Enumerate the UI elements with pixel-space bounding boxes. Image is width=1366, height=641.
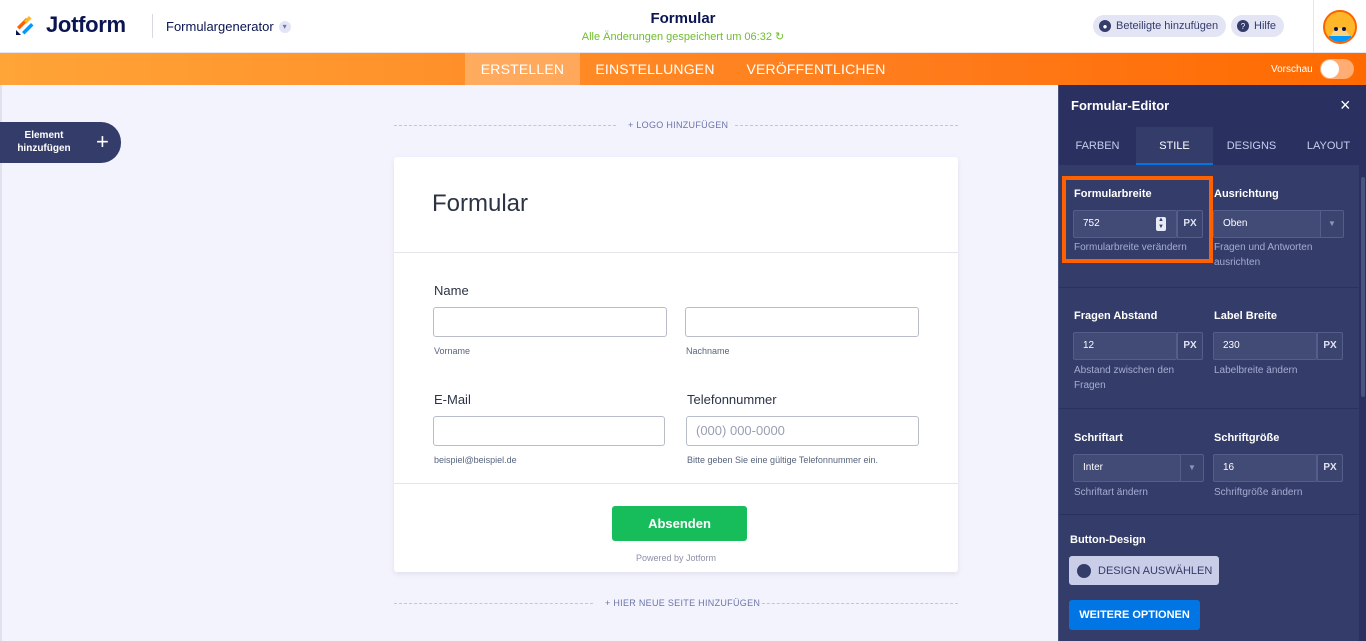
last-name-input[interactable] (685, 307, 919, 337)
form-divider (394, 483, 958, 484)
avatar (1323, 9, 1357, 44)
font-family-select[interactable]: Inter (1073, 454, 1181, 482)
dashed-divider (735, 125, 958, 126)
add-page-link[interactable]: + HIER NEUE SEITE HINZUFÜGEN (605, 598, 760, 608)
refresh-icon: ↻ (775, 31, 785, 43)
add-logo-link[interactable]: + LOGO HINZUFÜGEN (628, 120, 728, 130)
email-input[interactable] (433, 416, 665, 446)
font-size-unit: PX (1317, 454, 1343, 482)
panel-tabs: FARBEN STILE DESIGNS LAYOUT (1059, 127, 1366, 165)
preview-toggle[interactable] (1320, 59, 1354, 79)
font-family-label: Schriftart (1074, 432, 1123, 444)
dashed-divider (394, 125, 616, 126)
section-divider (1059, 514, 1359, 515)
form-card: Formular Name Vorname Nachname E-Mail be… (394, 157, 958, 572)
first-name-input[interactable] (433, 307, 667, 337)
phone-label[interactable]: Telefonnummer (687, 392, 777, 407)
chevron-down-icon[interactable]: ▼ (1180, 454, 1204, 482)
panel-header: Formular-Editor × (1059, 85, 1366, 127)
panel-title: Formular-Editor (1071, 98, 1170, 113)
help-button[interactable]: ? Hilfe (1231, 15, 1285, 37)
form-editor-panel: Formular-Editor × FARBEN STILE DESIGNS L… (1058, 85, 1366, 641)
question-spacing-unit: PX (1177, 332, 1203, 360)
tab-stile[interactable]: STILE (1136, 127, 1213, 165)
tab-designs[interactable]: DESIGNS (1213, 127, 1290, 165)
form-title[interactable]: Formular (432, 190, 528, 218)
font-family-help: Schriftart ändern (1074, 487, 1148, 498)
left-edge (0, 85, 2, 641)
help-icon: ? (1237, 20, 1249, 32)
alignment-label: Ausrichtung (1214, 188, 1279, 200)
top-header: Jotform Formulargenerator ▾ Formular All… (0, 0, 1366, 53)
tab-veroeffentlichen[interactable]: VERÖFFENTLICHEN (736, 53, 896, 85)
name-label[interactable]: Name (434, 283, 469, 298)
help-label: Hilfe (1254, 20, 1277, 32)
submit-button[interactable]: Absenden (612, 506, 747, 541)
email-sublabel: beispiel@beispiel.de (434, 455, 517, 465)
avatar-button[interactable] (1313, 0, 1366, 53)
chevron-down-icon[interactable]: ▼ (1320, 210, 1344, 238)
email-label[interactable]: E-Mail (434, 392, 471, 407)
section-divider (1059, 287, 1359, 288)
close-icon[interactable]: × (1340, 95, 1351, 116)
button-design-label: Button-Design (1070, 534, 1146, 546)
preview-label: Vorschau (1271, 64, 1313, 75)
more-options-button[interactable]: WEITERE OPTIONEN (1069, 600, 1200, 630)
phone-input[interactable]: (000) 000-0000 (686, 416, 919, 446)
alignment-help: Fragen und Antworten ausrichten (1214, 242, 1313, 268)
phone-sublabel: Bitte geben Sie eine gültige Telefonnumm… (687, 455, 878, 465)
scrollbar-thumb[interactable] (1361, 177, 1365, 397)
user-icon: ● (1099, 20, 1111, 32)
add-element-button[interactable]: Element hinzufügen + (0, 122, 121, 163)
dashed-divider (394, 603, 593, 604)
plus-icon: + (96, 129, 109, 154)
add-element-label: Element hinzufügen (17, 130, 71, 154)
avatar-cat-icon (1325, 11, 1355, 42)
last-name-sublabel: Nachname (686, 346, 730, 356)
palette-icon (1077, 563, 1091, 578)
label-width-help: Labelbreite ändern (1214, 365, 1298, 376)
select-design-button[interactable]: DESIGN AUSWÄHLEN (1069, 556, 1219, 585)
font-size-input[interactable]: 16 (1213, 454, 1317, 482)
font-size-help: Schriftgröße ändern (1214, 487, 1303, 498)
invite-label: Beteiligte hinzufügen (1116, 20, 1219, 32)
question-spacing-label: Fragen Abstand (1074, 310, 1158, 322)
select-design-label: DESIGN AUSWÄHLEN (1098, 564, 1213, 577)
label-width-unit: PX (1317, 332, 1343, 360)
toggle-knob (1321, 60, 1339, 78)
tab-farben[interactable]: FARBEN (1059, 127, 1136, 165)
first-name-sublabel: Vorname (434, 346, 471, 356)
powered-by: Powered by Jotform (635, 553, 717, 563)
tab-erstellen[interactable]: ERSTELLEN (465, 53, 580, 85)
dashed-divider (757, 603, 958, 604)
question-spacing-input[interactable]: 12 (1073, 332, 1177, 360)
main-nav: ERSTELLEN EINSTELLUNGEN VERÖFFENTLICHEN … (0, 53, 1366, 85)
section-divider (1059, 408, 1359, 409)
form-width-highlight (1062, 176, 1213, 263)
label-width-input[interactable]: 230 (1213, 332, 1317, 360)
tab-einstellungen[interactable]: EINSTELLUNGEN (584, 53, 726, 85)
save-status-text: Alle Änderungen gespeichert um 06:32 (581, 31, 772, 43)
alignment-select[interactable]: Oben (1213, 210, 1321, 238)
form-divider (394, 252, 958, 253)
invite-collaborators-button[interactable]: ● Beteiligte hinzufügen (1093, 15, 1227, 37)
question-spacing-help: Abstand zwischen den Fragen (1074, 365, 1175, 391)
tab-layout[interactable]: LAYOUT (1290, 127, 1366, 165)
font-size-label: Schriftgröße (1214, 432, 1280, 444)
label-width-label: Label Breite (1214, 310, 1277, 322)
